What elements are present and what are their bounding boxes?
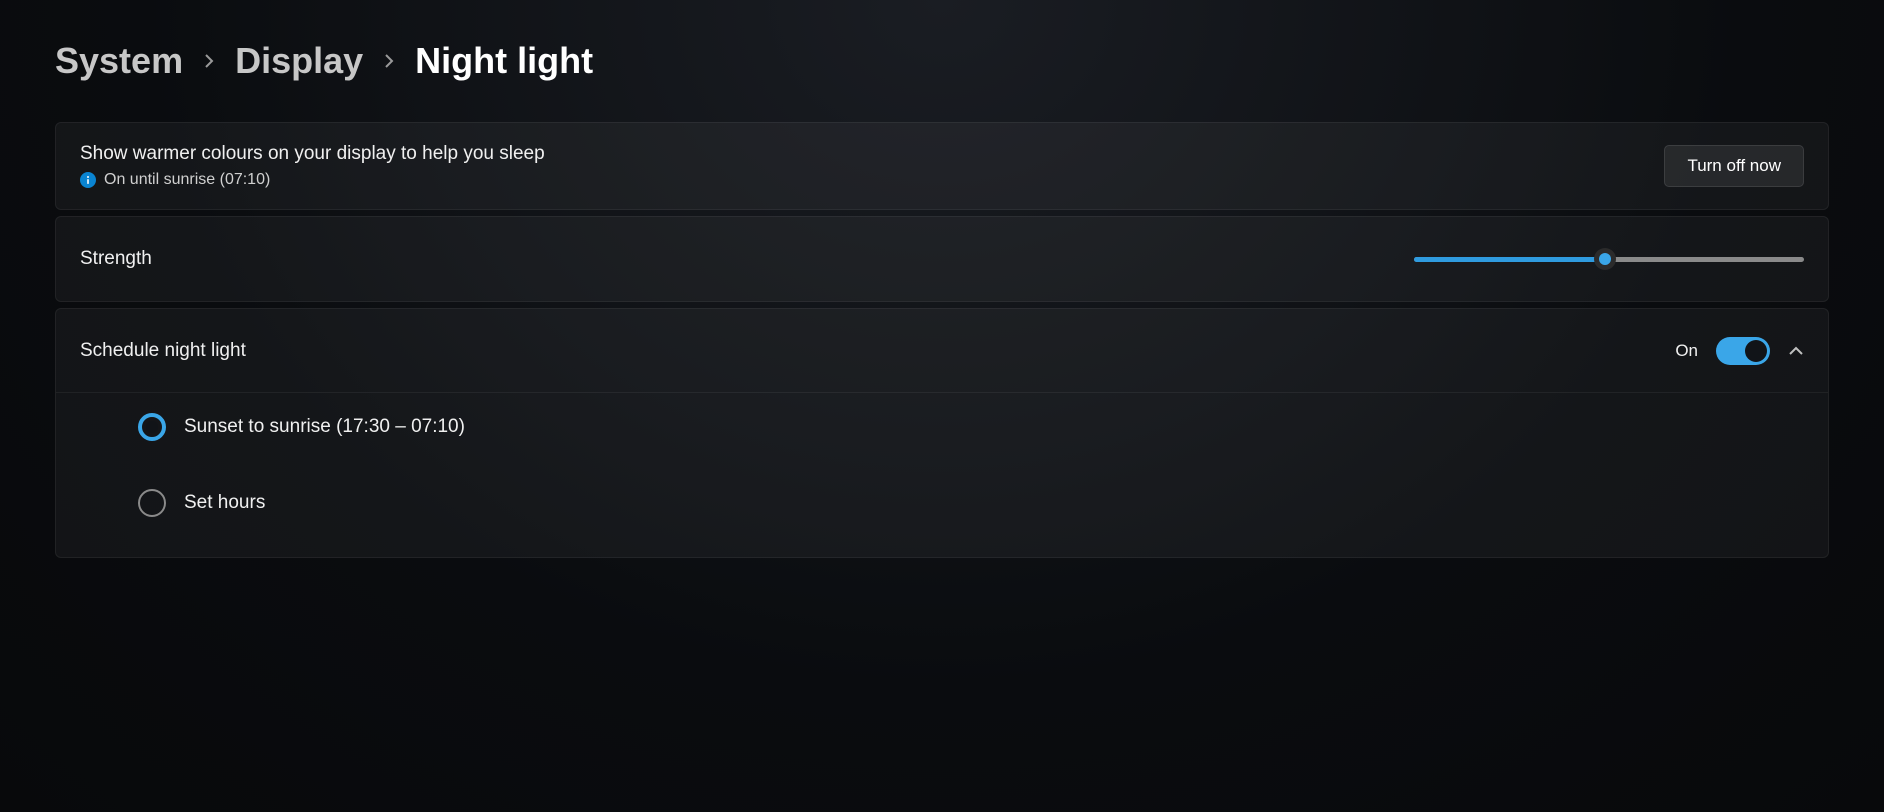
strength-label: Strength (80, 248, 152, 270)
breadcrumb-system[interactable]: System (55, 40, 183, 82)
info-card: Show warmer colours on your display to h… (55, 122, 1829, 210)
strength-slider[interactable] (1414, 249, 1804, 269)
radio-set-hours[interactable]: Set hours (138, 489, 1804, 517)
schedule-card: Schedule night light On Sunset to sunris… (55, 308, 1829, 558)
slider-thumb[interactable] (1594, 248, 1616, 270)
schedule-label: Schedule night light (80, 340, 246, 362)
slider-thumb-inner (1599, 253, 1611, 265)
radio-sunset-to-sunrise[interactable]: Sunset to sunrise (17:30 – 07:10) (138, 413, 1804, 441)
status-text: On until sunrise (07:10) (104, 171, 270, 189)
radio-indicator (138, 413, 166, 441)
strength-card: Strength (55, 216, 1829, 302)
turn-off-button[interactable]: Turn off now (1664, 145, 1804, 187)
radio-indicator (138, 489, 166, 517)
schedule-options: Sunset to sunrise (17:30 – 07:10) Set ho… (56, 393, 1828, 557)
chevron-right-icon (201, 53, 217, 69)
radio-label-set-hours: Set hours (184, 492, 265, 514)
page-title: Night light (415, 40, 593, 82)
toggle-knob (1745, 340, 1767, 362)
breadcrumb: System Display Night light (55, 40, 1829, 82)
info-description: Show warmer colours on your display to h… (80, 143, 545, 165)
status-line: On until sunrise (07:10) (80, 171, 545, 189)
toggle-state-label: On (1675, 341, 1698, 361)
info-icon (80, 172, 96, 188)
breadcrumb-display[interactable]: Display (235, 40, 363, 82)
slider-fill (1414, 257, 1605, 262)
chevron-up-icon[interactable] (1788, 343, 1804, 359)
schedule-toggle[interactable] (1716, 337, 1770, 365)
chevron-right-icon (381, 53, 397, 69)
radio-label-sunset: Sunset to sunrise (17:30 – 07:10) (184, 416, 465, 438)
